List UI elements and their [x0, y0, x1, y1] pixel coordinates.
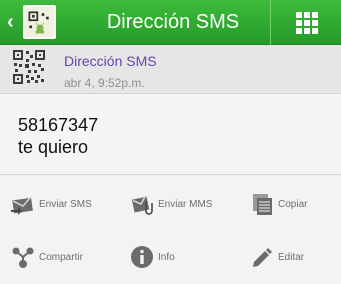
copy-label: Copiar [278, 198, 308, 210]
actions-grid: Enviar SMS Enviar MMS Copiar Compartir I… [0, 176, 341, 284]
message-body: 58167347 te quiero [0, 93, 341, 175]
send-mms-label: Enviar MMS [158, 198, 213, 210]
copy-icon [253, 194, 272, 215]
qr-code-icon [13, 50, 45, 84]
info-icon [131, 246, 153, 268]
share-label: Compartir [39, 251, 83, 263]
envelope-attachment-icon [131, 195, 153, 215]
envelope-send-icon [11, 196, 33, 215]
share-button[interactable]: Compartir [11, 242, 83, 272]
app-bar-divider [270, 0, 271, 45]
edit-button[interactable]: Editar [250, 242, 304, 272]
share-icon [12, 247, 34, 268]
edit-label: Editar [278, 251, 305, 263]
message-line: 58167347 [18, 115, 99, 135]
message-title: Dirección SMS [64, 53, 157, 69]
back-chevron-icon[interactable]: ‹ [7, 10, 19, 34]
info-button[interactable]: Info [130, 242, 175, 272]
app-title: Dirección SMS [106, 11, 240, 33]
message-line: te quiero [18, 137, 89, 157]
info-label: Info [158, 251, 175, 263]
grid-icon [296, 11, 318, 34]
app-logo-icon[interactable] [23, 5, 56, 39]
pencil-edit-icon [253, 248, 272, 267]
send-mms-button[interactable]: Enviar MMS [130, 189, 212, 219]
message-timestamp: abr 4, 9:52p.m. [64, 76, 145, 90]
send-sms-button[interactable]: Enviar SMS [11, 189, 92, 219]
grid-menu-button[interactable] [283, 0, 331, 45]
app-bar: ‹ Dirección SMS [0, 0, 341, 45]
copy-button[interactable]: Copiar [250, 189, 307, 219]
send-sms-label: Enviar SMS [39, 198, 92, 210]
message-header: Dirección SMS abr 4, 9:52p.m. [0, 45, 341, 93]
